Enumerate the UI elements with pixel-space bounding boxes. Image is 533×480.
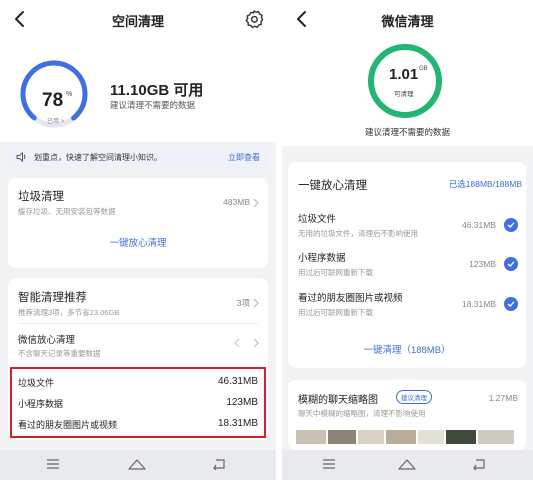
tips-view-link[interactable]: 立即查看	[228, 152, 260, 163]
chevron-right-icon[interactable]	[253, 298, 259, 308]
chevron-right-icon[interactable]	[253, 338, 259, 348]
used-link[interactable]: 已用 >	[47, 116, 64, 125]
tips-banner[interactable]: 划重点，快速了解空间清理小知识。 立即查看	[8, 146, 268, 168]
one-key-clean-button[interactable]: 一键清理（188MB）	[288, 342, 526, 356]
wechat-suggestion: 建议清理不需要的数据	[364, 127, 450, 137]
wechat-size-unit: GB	[419, 66, 428, 72]
suggestion-text: 建议清理不需要的数据	[110, 100, 196, 110]
highlighted-items-box: 垃圾文件 46.31MB 小程序数据 123MB 看过的朋友圈图片或视频 18.…	[10, 367, 266, 438]
highlight-label: 垃圾文件	[18, 378, 55, 388]
gear-icon[interactable]	[244, 9, 264, 29]
wechat-clean-title: 微信放心清理	[18, 335, 76, 346]
check-circle-icon[interactable]	[504, 257, 518, 271]
smart-count: 3项	[236, 298, 250, 308]
item-desc: 无用的垃圾文件，清理后不影响使用	[298, 229, 418, 238]
page-title: 空间清理	[111, 14, 164, 29]
smart-title: 智能清理推荐	[18, 292, 87, 304]
item-desc: 用过后可联网重新下载	[298, 308, 373, 317]
highlight-row[interactable]: 垃圾文件 46.31MB	[18, 376, 258, 389]
highlight-value: 123MB	[226, 397, 258, 408]
chevron-left-icon[interactable]	[234, 338, 240, 348]
highlight-row[interactable]: 看过的朋友圈图片或视频 18.31MB	[18, 418, 258, 431]
tips-text: 划重点，快速了解空间清理小知识。	[34, 153, 162, 162]
item-title: 垃圾文件	[298, 214, 337, 225]
junk-title: 垃圾清理	[18, 191, 64, 203]
item-size: 123MB	[469, 259, 496, 269]
one-key-cleanup-card: 一键放心清理 已选188MB/188MB 垃圾文件 无用的垃圾文件，清理后不影响…	[288, 162, 526, 368]
menu-icon[interactable]	[46, 458, 60, 470]
system-nav-bar	[282, 450, 533, 480]
usage-percent: 78	[42, 90, 64, 111]
junk-cleanup-card: 垃圾清理 缓存垃圾、无用安装包等数据 483MB 一键放心清理	[8, 178, 268, 268]
wechat-clean-desc: 不含聊天记录等重要数据	[18, 349, 101, 358]
percent-symbol: %	[66, 91, 73, 98]
system-nav-bar	[0, 450, 276, 480]
junk-size: 483MB	[223, 197, 250, 207]
check-circle-icon[interactable]	[504, 297, 518, 311]
item-title: 看过的朋友圈图片或视频	[298, 293, 403, 304]
check-circle-icon[interactable]	[504, 218, 518, 232]
item-size: 46.31MB	[461, 220, 496, 230]
junk-desc: 缓存垃圾、无用安装包等数据	[18, 207, 116, 216]
home-icon[interactable]	[128, 458, 146, 470]
highlight-label: 小程序数据	[18, 399, 64, 409]
item-desc: 用过后可联网重新下载	[298, 268, 373, 277]
one-key-title: 一键放心清理	[298, 180, 367, 192]
top-bar: 微信清理	[282, 0, 533, 38]
wechat-size-caption: 可清理	[394, 91, 414, 98]
top-bar: 空间清理	[0, 0, 276, 38]
highlight-row[interactable]: 小程序数据 123MB	[18, 397, 258, 410]
blurry-size: 1.27MB	[488, 393, 518, 403]
menu-icon[interactable]	[322, 458, 336, 470]
return-icon[interactable]	[472, 458, 486, 470]
blurry-desc: 聊天中模糊的缩略图，清理不影响使用	[298, 409, 426, 418]
blurry-thumbnail-strip	[296, 430, 514, 444]
wechat-summary: 1.01 GB 可清理 建议清理不需要的数据	[282, 38, 533, 146]
return-icon[interactable]	[212, 458, 226, 470]
storage-summary: 78 % 已用 > 11.10GB 可用 建议清理不需要的数据	[0, 38, 276, 142]
available-space: 11.10GB 可用	[110, 82, 204, 99]
junk-clean-button[interactable]: 一键放心清理	[8, 235, 268, 249]
smart-desc: 推荐清理3项，多节省23.06GB	[18, 308, 120, 317]
storage-cleanup-screen: 空间清理 78 % 已用 > 11.10GB 可用 建议清理不需要的数据 划重点…	[0, 0, 276, 480]
item-title: 小程序数据	[298, 253, 346, 264]
home-icon[interactable]	[398, 458, 416, 470]
highlight-value: 18.31MB	[217, 418, 258, 429]
chevron-right-icon[interactable]	[253, 198, 259, 208]
page-title: 微信清理	[381, 14, 434, 29]
highlight-value: 46.31MB	[217, 376, 258, 387]
divider	[18, 323, 258, 324]
suggest-badge: 建议清理	[396, 390, 432, 404]
item-size: 18.31MB	[461, 299, 496, 309]
highlight-label: 看过的朋友圈图片或视频	[18, 420, 118, 430]
blurry-title: 模糊的聊天缩略图	[298, 395, 378, 406]
screenshot-root: 空间清理 78 % 已用 > 11.10GB 可用 建议清理不需要的数据 划重点…	[0, 0, 533, 480]
selected-size: 已选188MB/188MB	[448, 179, 522, 189]
wechat-size: 1.01	[389, 66, 419, 83]
speaker-icon	[16, 152, 26, 162]
wechat-cleanup-screen: 微信清理 1.01 GB 可清理 建议清理不需要的数据 一键放心清理 已选188…	[282, 0, 533, 480]
